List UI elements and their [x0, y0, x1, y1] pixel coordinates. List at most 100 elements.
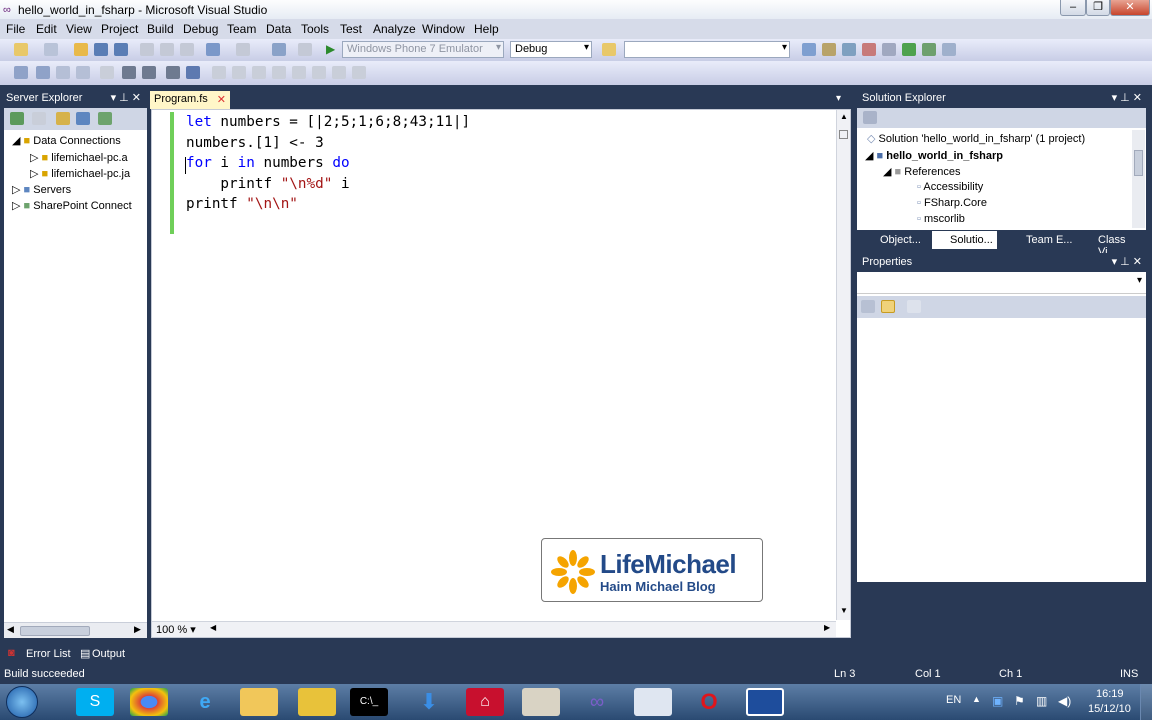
solution-explorer-icon[interactable] — [802, 43, 816, 56]
expand-arrow-icon[interactable]: ◢ — [12, 135, 20, 147]
menu-view[interactable]: View — [66, 22, 92, 36]
start-debugging-icon[interactable]: ▶ — [326, 42, 335, 56]
start-page-icon[interactable] — [902, 43, 916, 56]
code-editor[interactable]: let numbers = [|2;5;1;6;8;43;11|] number… — [151, 109, 851, 638]
visual-studio-icon[interactable]: ∞ — [578, 688, 616, 716]
installer-icon[interactable] — [522, 688, 560, 716]
toolbox-icon[interactable] — [862, 43, 876, 56]
close-tab-icon[interactable]: ✕ — [217, 93, 226, 106]
server-tree-item-data-connections[interactable]: ◢ ■ Data Connections — [12, 134, 121, 147]
menu-edit[interactable]: Edit — [36, 22, 57, 36]
connect-to-server-icon[interactable] — [76, 112, 90, 125]
open-folder-icon[interactable] — [74, 43, 88, 56]
extension-manager-icon[interactable] — [922, 43, 936, 56]
property-pages-icon[interactable] — [907, 300, 921, 313]
scroll-thumb[interactable] — [20, 626, 90, 636]
photo-app-icon[interactable] — [298, 688, 336, 716]
find-in-files-icon[interactable] — [602, 43, 616, 56]
menu-test[interactable]: Test — [340, 22, 362, 36]
scroll-thumb[interactable] — [1134, 150, 1143, 176]
tab-solution-explorer[interactable]: Solutio... — [932, 231, 997, 249]
menu-analyze[interactable]: Analyze — [373, 22, 416, 36]
solution-vertical-scrollbar[interactable] — [1132, 130, 1145, 228]
panel-pin-icon[interactable]: ▾ ⊥ ✕ — [111, 91, 141, 104]
save-all-icon[interactable] — [114, 43, 128, 56]
tab-error-list[interactable]: Error List — [22, 645, 75, 663]
expand-arrow-icon[interactable]: ◢ — [883, 166, 891, 178]
bookmark-next-document-icon[interactable] — [312, 66, 326, 79]
menu-debug[interactable]: Debug — [183, 22, 218, 36]
class-view-icon[interactable] — [882, 43, 896, 56]
reference-mscorlib[interactable]: ▫ mscorlib — [917, 213, 965, 225]
file-explorer-icon[interactable] — [240, 688, 278, 716]
reference-fsharp-core[interactable]: ▫ FSharp.Core — [917, 197, 987, 209]
find-combo[interactable] — [624, 41, 790, 58]
scroll-up-icon[interactable]: ▲ — [840, 112, 848, 121]
collapse-arrow-icon[interactable]: ▷ — [12, 200, 20, 212]
display-quick-info-icon[interactable] — [56, 66, 70, 79]
properties-icon[interactable] — [863, 111, 877, 124]
horizontal-scrollbar[interactable]: ◀ ▶ — [4, 622, 147, 638]
connect-sharepoint-icon[interactable] — [98, 112, 112, 125]
cut-icon[interactable] — [140, 43, 154, 56]
menu-help[interactable]: Help — [474, 22, 499, 36]
camtasia-icon[interactable] — [746, 688, 784, 716]
bookmark-next-icon[interactable] — [232, 66, 246, 79]
properties-window-icon[interactable] — [822, 43, 836, 56]
collapse-arrow-icon[interactable]: ▷ — [30, 168, 38, 180]
decrease-indent-icon[interactable] — [100, 66, 114, 79]
close-button[interactable]: ✕ — [1110, 0, 1150, 16]
editor-vertical-scrollbar[interactable]: ▲ ▼ — [836, 110, 850, 620]
bookmark-next-folder-icon[interactable] — [272, 66, 286, 79]
solution-node[interactable]: ◇ Solution 'hello_world_in_fsharp' (1 pr… — [867, 132, 1085, 145]
display-word-completion-icon[interactable] — [76, 66, 90, 79]
action-center-icon[interactable]: ⚑ — [1014, 694, 1025, 708]
refresh-icon[interactable] — [10, 112, 24, 125]
find-icon[interactable] — [352, 66, 366, 79]
menu-data[interactable]: Data — [266, 22, 291, 36]
bookmark-previous-icon[interactable] — [212, 66, 226, 79]
project-node[interactable]: ◢ ■ hello_world_in_fsharp — [865, 149, 1003, 162]
save-icon[interactable] — [94, 43, 108, 56]
maximize-button[interactable]: ❐ — [1086, 0, 1110, 16]
menu-team[interactable]: Team — [227, 22, 256, 36]
paint-icon[interactable] — [634, 688, 672, 716]
paste-icon[interactable] — [180, 43, 194, 56]
bookmark-toggle-icon[interactable] — [186, 66, 200, 79]
collapse-arrow-icon[interactable]: ▷ — [12, 184, 20, 196]
tab-object-browser[interactable]: Object... — [876, 231, 925, 249]
tray-expand-icon[interactable]: ▲ — [972, 694, 981, 704]
object-browser-icon[interactable] — [842, 43, 856, 56]
increase-indent-icon[interactable] — [122, 66, 136, 79]
reference-accessibility[interactable]: ▫ Accessibility — [917, 181, 983, 193]
download-icon[interactable]: ⬇ — [410, 688, 448, 716]
connect-to-database-icon[interactable] — [56, 112, 70, 125]
copy-icon[interactable] — [160, 43, 174, 56]
tab-output[interactable]: Output — [88, 645, 129, 663]
split-icon[interactable] — [839, 130, 848, 139]
undo-icon[interactable] — [206, 43, 220, 56]
bookmark-prev-folder-icon[interactable] — [252, 66, 266, 79]
stop-refresh-icon[interactable] — [32, 112, 46, 125]
tab-program-fs[interactable]: Program.fs ✕ — [150, 91, 230, 109]
language-indicator[interactable]: EN — [946, 694, 961, 706]
menu-build[interactable]: Build — [147, 22, 174, 36]
scroll-right-icon[interactable]: ▶ — [134, 624, 141, 635]
expand-arrow-icon[interactable]: ◢ — [865, 150, 873, 162]
navigate-backward-icon[interactable] — [272, 43, 286, 56]
command-prompt-icon[interactable]: C:\_ — [350, 688, 388, 716]
panel-pin-icon[interactable]: ▾ ⊥ ✕ — [1112, 255, 1142, 268]
command-window-icon[interactable] — [942, 43, 956, 56]
chrome-icon[interactable] — [130, 688, 168, 716]
menu-tools[interactable]: Tools — [301, 22, 329, 36]
server-tree-item-sharepoint[interactable]: ▷ ■ SharePoint Connect — [12, 199, 132, 212]
scroll-right-icon[interactable]: ▶ — [824, 623, 830, 632]
display-object-member-list-icon[interactable] — [14, 66, 28, 79]
scroll-down-icon[interactable]: ▼ — [840, 606, 848, 615]
tray-app-icon[interactable]: ▣ — [992, 694, 1003, 708]
scroll-left-icon[interactable]: ◀ — [210, 623, 216, 632]
platform-dropdown[interactable]: Windows Phone 7 Emulator — [342, 41, 504, 58]
bookmark-prev-document-icon[interactable] — [292, 66, 306, 79]
references-node[interactable]: ◢ ■ References — [883, 165, 961, 178]
show-desktop-button[interactable] — [1140, 684, 1152, 720]
